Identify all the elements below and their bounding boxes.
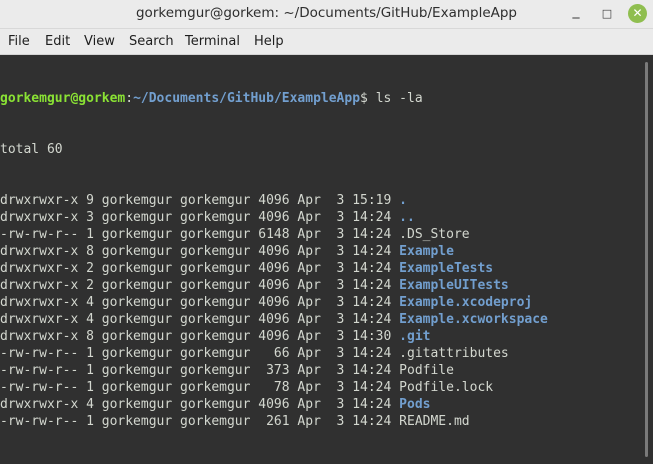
entry-meta: drwxrwxr-x 9 gorkemgur gorkemgur 4096 Ap… <box>0 193 400 208</box>
directory-name: ExampleTests <box>399 261 494 276</box>
listing-row: drwxrwxr-x 8 gorkemgur gorkemgur 4096 Ap… <box>0 243 641 260</box>
entry-meta: -rw-rw-r-- 1 gorkemgur gorkemgur 6148 Ap… <box>0 227 400 242</box>
file-name: .DS_Store <box>399 227 470 242</box>
directory-name: .git <box>399 329 431 344</box>
entry-meta: drwxrwxr-x 4 gorkemgur gorkemgur 4096 Ap… <box>0 312 400 327</box>
directory-name: Example.xcworkspace <box>399 312 548 327</box>
menu-search[interactable]: Search <box>129 29 174 54</box>
file-name: Podfile <box>399 363 454 378</box>
terminal-window: gorkemgur@gorkem: ~/Documents/GitHub/Exa… <box>0 0 653 464</box>
menu-view[interactable]: View <box>84 29 115 54</box>
listing-row: drwxrwxr-x 9 gorkemgur gorkemgur 4096 Ap… <box>0 192 641 209</box>
window-title: gorkemgur@gorkem: ~/Documents/GitHub/Exa… <box>135 5 517 21</box>
listing-row: drwxrwxr-x 4 gorkemgur gorkemgur 4096 Ap… <box>0 396 641 413</box>
prompt-path: ~/Documents/GitHub/ExampleApp <box>133 91 361 106</box>
prompt-separator: : <box>125 91 134 106</box>
listing-row: -rw-rw-r-- 1 gorkemgur gorkemgur 66 Apr … <box>0 345 641 362</box>
listing-row: drwxrwxr-x 4 gorkemgur gorkemgur 4096 Ap… <box>0 294 641 311</box>
directory-name: Example <box>399 244 454 259</box>
listing-row: -rw-rw-r-- 1 gorkemgur gorkemgur 373 Apr… <box>0 362 641 379</box>
entry-meta: -rw-rw-r-- 1 gorkemgur gorkemgur 66 Apr … <box>0 346 400 361</box>
menu-help[interactable]: Help <box>254 29 284 54</box>
listing-row: drwxrwxr-x 4 gorkemgur gorkemgur 4096 Ap… <box>0 311 641 328</box>
file-listing: drwxrwxr-x 9 gorkemgur gorkemgur 4096 Ap… <box>0 192 641 430</box>
listing-row: drwxrwxr-x 2 gorkemgur gorkemgur 4096 Ap… <box>0 260 641 277</box>
entry-meta: drwxrwxr-x 3 gorkemgur gorkemgur 4096 Ap… <box>0 210 400 225</box>
terminal-output[interactable]: gorkemgur@gorkem:~/Documents/GitHub/Exam… <box>0 55 641 464</box>
entry-meta: -rw-rw-r-- 1 gorkemgur gorkemgur 373 Apr… <box>0 363 400 378</box>
total-line: total 60 <box>0 142 63 157</box>
listing-row: -rw-rw-r-- 1 gorkemgur gorkemgur 78 Apr … <box>0 379 641 396</box>
listing-row: drwxrwxr-x 3 gorkemgur gorkemgur 4096 Ap… <box>0 209 641 226</box>
file-name: .gitattributes <box>399 346 509 361</box>
command-line: gorkemgur@gorkem:~/Documents/GitHub/Exam… <box>0 90 641 107</box>
prompt-user-host: gorkemgur@gorkem <box>0 91 126 106</box>
directory-name: Example.xcodeproj <box>399 295 533 310</box>
entry-meta: drwxrwxr-x 4 gorkemgur gorkemgur 4096 Ap… <box>0 397 400 412</box>
directory-name: .. <box>399 210 415 225</box>
file-name: README.md <box>399 414 470 429</box>
entry-meta: -rw-rw-r-- 1 gorkemgur gorkemgur 78 Apr … <box>0 380 400 395</box>
menu-terminal[interactable]: Terminal <box>185 29 240 54</box>
listing-row: drwxrwxr-x 8 gorkemgur gorkemgur 4096 Ap… <box>0 328 641 345</box>
directory-name: ExampleUITests <box>399 278 509 293</box>
menu-bar: File Edit View Search Terminal Help <box>0 29 653 55</box>
entry-meta: drwxrwxr-x 4 gorkemgur gorkemgur 4096 Ap… <box>0 295 400 310</box>
prompt-symbol: $ <box>360 91 376 106</box>
entry-meta: drwxrwxr-x 2 gorkemgur gorkemgur 4096 Ap… <box>0 261 400 276</box>
file-name: Podfile.lock <box>399 380 494 395</box>
menu-edit[interactable]: Edit <box>45 29 70 54</box>
entry-meta: -rw-rw-r-- 1 gorkemgur gorkemgur 261 Apr… <box>0 414 400 429</box>
directory-name: . <box>399 193 407 208</box>
close-icon[interactable]: ✕ <box>628 4 647 23</box>
entry-meta: drwxrwxr-x 8 gorkemgur gorkemgur 4096 Ap… <box>0 244 400 259</box>
command-text: ls -la <box>375 91 423 106</box>
listing-row: drwxrwxr-x 2 gorkemgur gorkemgur 4096 Ap… <box>0 277 641 294</box>
menu-file[interactable]: File <box>8 29 30 54</box>
directory-name: Pods <box>399 397 431 412</box>
title-bar[interactable]: gorkemgur@gorkem: ~/Documents/GitHub/Exa… <box>0 0 653 29</box>
entry-meta: drwxrwxr-x 2 gorkemgur gorkemgur 4096 Ap… <box>0 278 400 293</box>
listing-row: -rw-rw-r-- 1 gorkemgur gorkemgur 261 Apr… <box>0 413 641 430</box>
entry-meta: drwxrwxr-x 8 gorkemgur gorkemgur 4096 Ap… <box>0 329 400 344</box>
listing-row: -rw-rw-r-- 1 gorkemgur gorkemgur 6148 Ap… <box>0 226 641 243</box>
minimize-icon[interactable]: _ <box>566 4 586 24</box>
scrollbar-thumb[interactable] <box>645 62 648 457</box>
maximize-icon[interactable]: □ <box>597 4 617 24</box>
